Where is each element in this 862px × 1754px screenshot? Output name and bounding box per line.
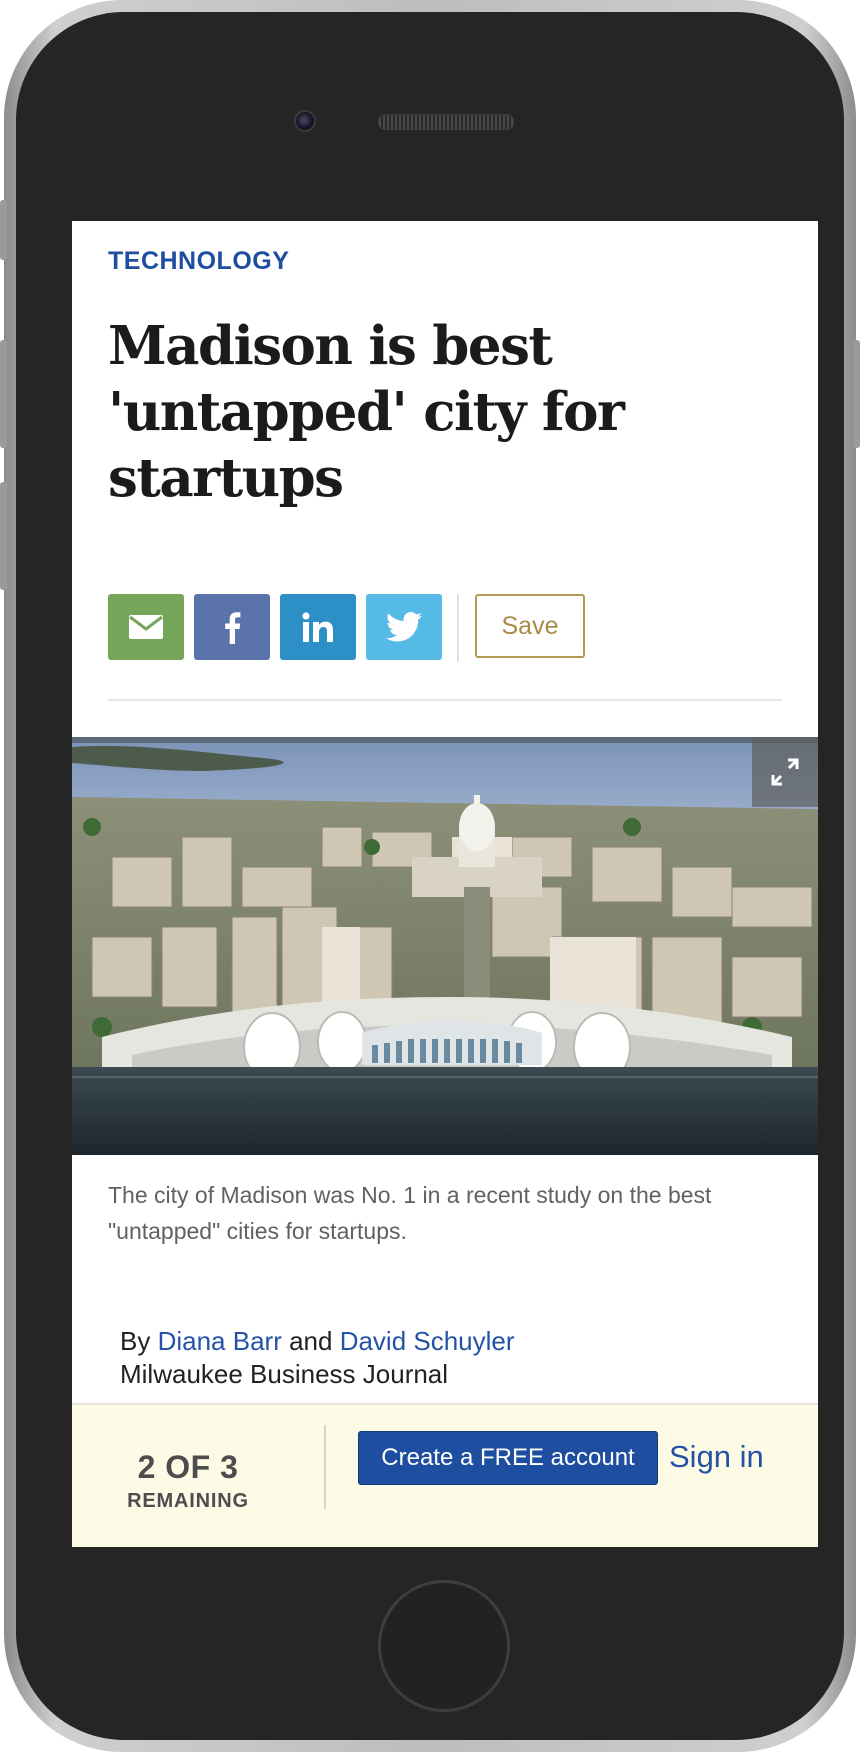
envelope-icon: [129, 615, 163, 639]
twitter-bird-icon: [386, 612, 422, 642]
expand-image-button[interactable]: [752, 737, 818, 807]
article-count-value: 2 OF 3: [137, 1449, 239, 1485]
linkedin-icon: [302, 612, 333, 642]
volume-up-button: [0, 340, 7, 448]
paywall-banner: 2 OF 3 REMAINING Create a FREE account S…: [72, 1403, 818, 1547]
phone-frame: TECHNOLOGY Madison is best 'untapped' ci…: [0, 0, 860, 1752]
byline-prefix: By: [120, 1326, 158, 1356]
sign-in-link[interactable]: Sign in: [669, 1439, 764, 1475]
paywall-divider: [324, 1425, 326, 1509]
article-count-label: REMAINING: [127, 1490, 249, 1512]
home-button[interactable]: [378, 1580, 510, 1712]
share-divider: [457, 594, 459, 662]
facebook-icon: [225, 612, 241, 644]
publication-name: Milwaukee Business Journal: [120, 1359, 449, 1389]
create-account-button[interactable]: Create a FREE account: [358, 1431, 658, 1485]
author-link-diana-barr[interactable]: Diana Barr: [158, 1326, 282, 1356]
article-count: 2 OF 3 REMAINING: [108, 1449, 268, 1513]
twitter-share-button[interactable]: [366, 594, 442, 660]
mute-switch: [0, 200, 7, 260]
linkedin-share-button[interactable]: [280, 594, 356, 660]
byline-joiner: and: [281, 1326, 340, 1356]
email-share-button[interactable]: [108, 594, 184, 660]
expand-icon: [771, 758, 799, 786]
power-button: [853, 340, 860, 448]
save-button[interactable]: Save: [475, 594, 585, 658]
section-label[interactable]: TECHNOLOGY: [108, 247, 289, 276]
volume-down-button: [0, 482, 7, 590]
article-headline: Madison is best 'untapped' city for star…: [108, 315, 625, 509]
earpiece-speaker: [378, 114, 514, 130]
facebook-share-button[interactable]: [194, 594, 270, 660]
byline: By Diana Barr and David Schuyler: [120, 1325, 515, 1357]
hero-photo: [72, 737, 818, 1155]
image-caption: The city of Madison was No. 1 in a recen…: [108, 1182, 712, 1244]
author-link-david-schuyler[interactable]: David Schuyler: [340, 1326, 515, 1356]
hero-image-madison-skyline[interactable]: [72, 737, 818, 1155]
front-camera: [294, 110, 316, 132]
share-toolbar: Save: [108, 594, 808, 662]
phone-body: TECHNOLOGY Madison is best 'untapped' ci…: [16, 12, 844, 1740]
section-divider: [108, 699, 782, 701]
phone-screen: TECHNOLOGY Madison is best 'untapped' ci…: [72, 221, 818, 1547]
